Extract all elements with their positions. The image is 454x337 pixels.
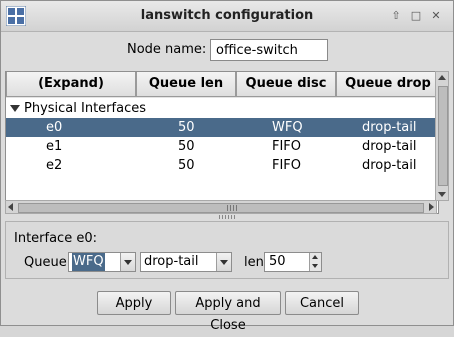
interface-panel: Interface e0: Queue WFQ drop-tail len 50 xyxy=(5,221,449,279)
grip-icon xyxy=(227,205,239,211)
queue-label: Queue xyxy=(24,255,67,270)
row-disc: FIFO xyxy=(272,158,302,173)
group-label: Physical Interfaces xyxy=(24,101,146,116)
splitter-handle[interactable] xyxy=(219,215,237,219)
table-header: (Expand) Queue len Queue disc Queue drop xyxy=(6,72,438,98)
chevron-down-icon[interactable] xyxy=(216,253,231,271)
table-row[interactable]: e2 50 FIFO drop-tail xyxy=(6,156,438,175)
node-name-input[interactable] xyxy=(210,39,328,61)
maximize-icon[interactable]: □ xyxy=(409,9,423,23)
row-disc: FIFO xyxy=(272,139,302,154)
row-name: e1 xyxy=(46,139,63,154)
queue-drop-value: drop-tail xyxy=(144,254,199,269)
len-label: len xyxy=(244,255,264,270)
node-name-label: Node name: xyxy=(127,42,207,57)
vertical-scrollbar[interactable] xyxy=(435,71,449,201)
queue-len-stepper[interactable]: 50 xyxy=(264,252,322,272)
column-queue-len[interactable]: Queue len xyxy=(136,72,236,97)
scroll-left-icon[interactable] xyxy=(8,203,13,211)
column-queue-disc[interactable]: Queue disc xyxy=(236,72,336,97)
queue-len-value: 50 xyxy=(269,254,286,269)
scroll-up-icon[interactable] xyxy=(438,75,446,80)
queue-drop-select[interactable]: drop-tail xyxy=(140,252,232,272)
horizontal-scroll-thumb[interactable] xyxy=(18,203,424,213)
tree-group-physical-interfaces[interactable]: Physical Interfaces xyxy=(6,99,438,118)
row-drop: drop-tail xyxy=(362,139,417,154)
scroll-down-icon[interactable] xyxy=(438,192,446,197)
window-title: lanswitch configuration xyxy=(140,8,314,23)
row-drop: drop-tail xyxy=(362,158,417,173)
up-icon[interactable]: ⇧ xyxy=(389,9,403,23)
cancel-button[interactable]: Cancel xyxy=(285,291,359,315)
scroll-right-icon[interactable] xyxy=(429,203,434,211)
row-disc: WFQ xyxy=(272,120,303,135)
interfaces-table: (Expand) Queue len Queue disc Queue drop… xyxy=(5,71,439,214)
chevron-down-icon[interactable] xyxy=(120,253,135,271)
column-expand[interactable]: (Expand) xyxy=(6,72,136,97)
title-bar[interactable]: lanswitch configuration ⇧ □ ✕ xyxy=(1,1,453,32)
column-queue-drop[interactable]: Queue drop xyxy=(336,72,438,97)
row-len: 50 xyxy=(178,120,195,135)
apply-button[interactable]: Apply xyxy=(97,291,171,315)
decrement-icon[interactable] xyxy=(309,262,321,271)
interface-title: Interface e0: xyxy=(14,231,97,246)
horizontal-scrollbar[interactable] xyxy=(5,200,437,214)
row-len: 50 xyxy=(178,158,195,173)
queue-disc-value: WFQ xyxy=(72,253,105,271)
apply-and-close-button[interactable]: Apply and Close xyxy=(175,291,281,333)
vertical-scroll-thumb[interactable] xyxy=(438,86,448,186)
dialog-window: lanswitch configuration ⇧ □ ✕ Node name:… xyxy=(0,0,454,333)
row-name: e2 xyxy=(46,158,63,173)
expand-triangle-icon[interactable] xyxy=(10,105,20,112)
row-drop: drop-tail xyxy=(362,120,417,135)
row-len: 50 xyxy=(178,139,195,154)
close-icon[interactable]: ✕ xyxy=(429,9,443,23)
queue-disc-select[interactable]: WFQ xyxy=(68,252,136,272)
row-name: e0 xyxy=(46,120,63,135)
table-row[interactable]: e0 50 WFQ drop-tail xyxy=(6,118,438,137)
table-row[interactable]: e1 50 FIFO drop-tail xyxy=(6,137,438,156)
